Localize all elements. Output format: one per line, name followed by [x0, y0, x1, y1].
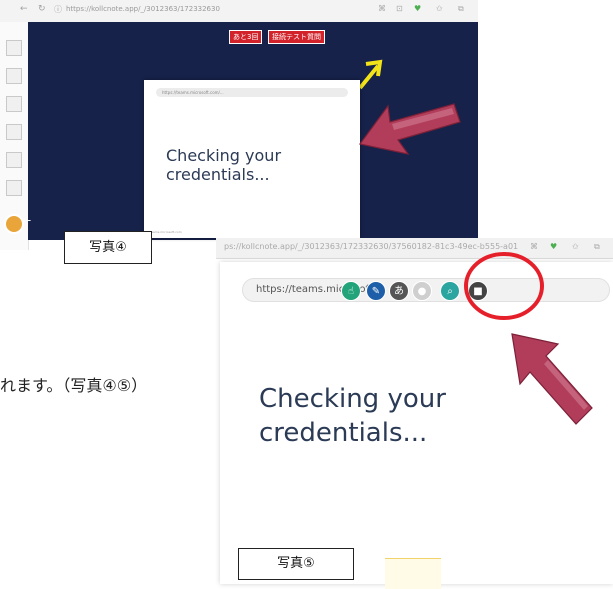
page-thumbnail[interactable]: [385, 558, 441, 589]
shield-icon[interactable]: ♥: [550, 242, 557, 251]
corner-arrow-icon: [358, 59, 383, 90]
arrow-left-icon: ←: [22, 214, 32, 227]
tool-thumbnail[interactable]: [6, 40, 22, 56]
screenshot-photo-4: ← ↻ ⓘ https://kollcnote.app/_/3012363/17…: [0, 0, 478, 250]
photo-4-label: 写真④: [64, 231, 152, 264]
collections-icon[interactable]: ⧉: [594, 242, 600, 252]
card-footer: teams.microsoft.com: [150, 230, 182, 234]
remaining-count-button[interactable]: あと3回: [229, 30, 263, 44]
body-text: れます。（写真④⑤）: [0, 376, 148, 395]
exit-button[interactable]: [4, 214, 24, 234]
credentials-card: https://teams.microsoft.com/... Checking…: [144, 80, 360, 238]
shield-icon[interactable]: ♥: [414, 4, 421, 13]
photo-5-label: 写真⑤: [238, 548, 354, 580]
pen-icon[interactable]: ✎: [366, 281, 386, 301]
tool-thumbnail[interactable]: [6, 180, 22, 196]
page-info-icon[interactable]: ⓘ: [54, 4, 62, 15]
collections-icon[interactable]: ⧉: [458, 4, 464, 14]
card-status-text: Checking your credentials...: [166, 146, 282, 184]
refresh-icon[interactable]: ↻: [38, 4, 46, 14]
pointer-icon[interactable]: ☝: [341, 281, 361, 301]
extension-icon[interactable]: ⊡: [396, 4, 403, 13]
translate-icon[interactable]: ⌘: [378, 4, 386, 13]
browser-address-bar[interactable]: ps://kollcnote.app/_/3012363/172332630/3…: [216, 238, 613, 259]
back-icon[interactable]: ←: [20, 4, 28, 14]
browser-address-bar[interactable]: ← ↻ ⓘ https://kollcnote.app/_/3012363/17…: [0, 0, 478, 23]
tool-thumbnail[interactable]: [6, 124, 22, 140]
pointer-arrow-icon: [358, 103, 461, 155]
highlight-circle: [464, 252, 544, 320]
address-url: https://kollcnote.app/_/3012363/17233263…: [66, 5, 220, 13]
tool-thumbnail[interactable]: [6, 68, 22, 84]
pointer-arrow-icon: [511, 333, 593, 425]
card-url-bar: https://teams.microsoft.com/...: [156, 88, 348, 97]
mic-icon[interactable]: ●: [412, 281, 432, 301]
tool-thumbnail[interactable]: [6, 152, 22, 168]
screenshot-photo-5: ps://kollcnote.app/_/3012363/172332630/3…: [216, 238, 613, 589]
favorites-icon[interactable]: ✩: [436, 4, 443, 13]
hiragana-icon[interactable]: あ: [389, 281, 409, 301]
connection-test-button[interactable]: 接続テスト質問: [268, 30, 325, 44]
tool-thumbnail[interactable]: [6, 96, 22, 112]
favorites-icon[interactable]: ✩: [572, 242, 579, 251]
search-icon[interactable]: ⌕: [440, 281, 460, 301]
